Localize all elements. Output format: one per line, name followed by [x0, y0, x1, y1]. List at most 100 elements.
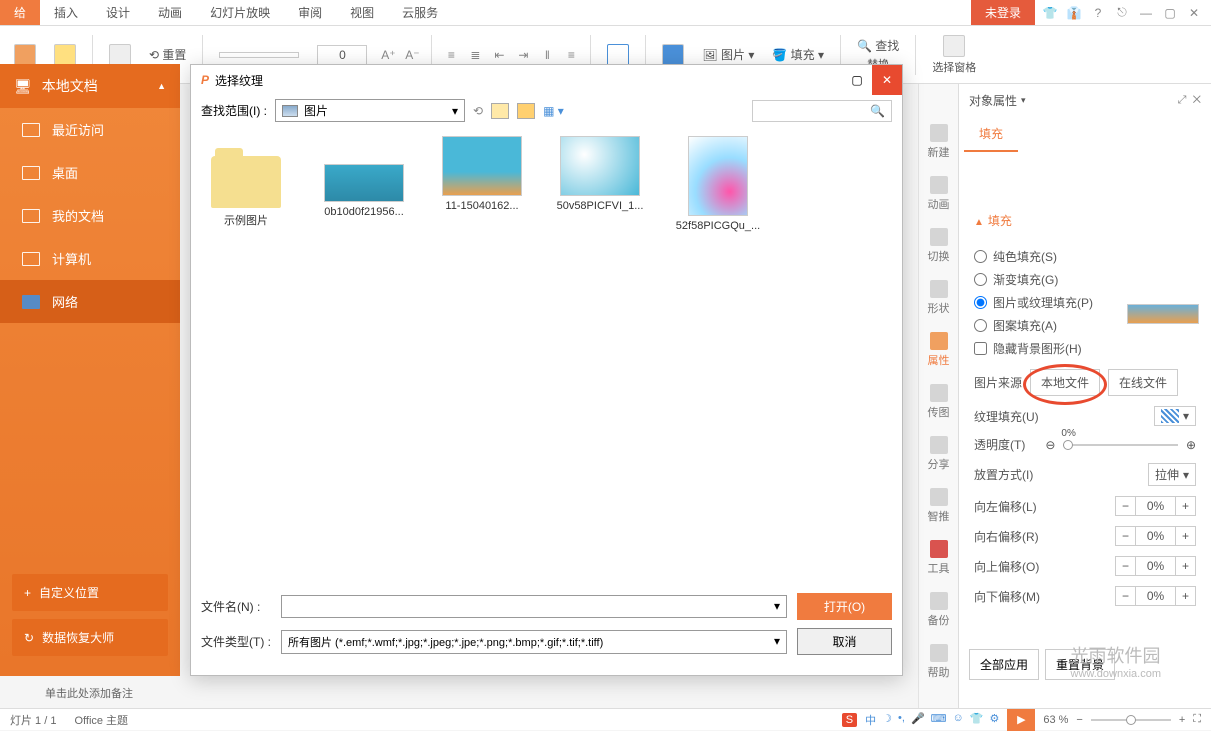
help-icon[interactable]: ?	[1089, 6, 1107, 20]
vb-upload[interactable]: 传图	[928, 384, 950, 420]
indent-l-icon[interactable]: ⇤	[490, 48, 508, 62]
dlg-close-icon[interactable]: ✕	[872, 65, 902, 95]
zoom-out-icon[interactable]: −	[1076, 714, 1082, 726]
sidebar-computer[interactable]: 计算机	[0, 237, 180, 280]
scope-combo[interactable]: 图片▾	[275, 99, 465, 122]
network-icon	[22, 295, 40, 309]
vb-anim[interactable]: 动画	[928, 176, 950, 212]
file-item[interactable]: 52f58PICGQu_...	[673, 136, 763, 232]
sidebar-network[interactable]: 网络	[0, 280, 180, 323]
tab-anim[interactable]: 动画	[144, 0, 196, 25]
numbers-icon[interactable]: ≣	[466, 48, 484, 62]
dec-font-icon[interactable]: A⁻	[403, 48, 421, 62]
punct-icon[interactable]: •,	[898, 712, 905, 728]
custom-location-button[interactable]: +自定义位置	[12, 574, 168, 611]
sidebar-header[interactable]: 🖥 本地文档 ▲	[0, 64, 180, 108]
apply-all-button[interactable]: 全部应用	[969, 649, 1039, 680]
cn-icon[interactable]: 中	[865, 712, 876, 728]
panel-expand-icon[interactable]: ⤢	[1178, 94, 1187, 106]
vb-help[interactable]: 帮助	[928, 644, 950, 680]
vb-tools[interactable]: 工具	[928, 540, 950, 576]
export-icon[interactable]: ⎋	[1113, 5, 1131, 20]
file-item[interactable]: 0b10d0f21956...	[319, 136, 409, 218]
cancel-button[interactable]: 取消	[797, 628, 892, 655]
inc-font-icon[interactable]: A⁺	[379, 48, 397, 62]
font-combo[interactable]	[213, 50, 305, 60]
open-button[interactable]: 打开(O)	[797, 593, 892, 620]
tab-active[interactable]: 给	[0, 0, 40, 25]
ime-icon[interactable]: S	[842, 713, 857, 727]
chk-hidebg[interactable]: 隐藏背景图形(H)	[974, 337, 1196, 360]
file-item[interactable]: 11-15040162...	[437, 136, 527, 212]
login-button[interactable]: 未登录	[971, 0, 1035, 25]
files-area[interactable]: 示例图片 0b10d0f21956... 11-15040162... 50v5…	[191, 126, 902, 242]
tab-insert[interactable]: 插入	[40, 0, 92, 25]
dialog-search[interactable]: 🔍	[752, 100, 892, 122]
vb-new[interactable]: 新建	[928, 124, 950, 160]
dlg-max-icon[interactable]: ▢	[842, 65, 872, 95]
kbd-icon[interactable]: ⌨	[931, 712, 947, 728]
ribbon-fill[interactable]: 🪣 填充 ▾	[766, 44, 830, 65]
vb-share[interactable]: 分享	[928, 436, 950, 472]
texture-combo[interactable]: ▾	[1154, 406, 1196, 426]
fit-icon[interactable]: ⛶	[1193, 713, 1201, 726]
vb-prop[interactable]: 属性	[928, 332, 950, 368]
hanger-icon[interactable]: 👕	[1041, 6, 1059, 20]
mic-icon[interactable]: 🎤	[911, 712, 925, 728]
offset-u-stepper[interactable]: −0%+	[1115, 556, 1196, 576]
align-icon[interactable]: ≡	[562, 48, 580, 62]
hanger2-icon[interactable]: 👕	[970, 712, 984, 728]
placement-combo[interactable]: 拉伸▾	[1148, 463, 1196, 486]
tab-slideshow[interactable]: 幻灯片放映	[196, 0, 284, 25]
sidebar-recent[interactable]: 最近访问	[0, 108, 180, 151]
view-icon[interactable]: ▦ ▾	[543, 104, 564, 118]
file-item[interactable]: 50v58PICFVI_1...	[555, 136, 645, 212]
vb-trans[interactable]: 切换	[928, 228, 950, 264]
back-icon[interactable]: ⟲	[473, 104, 483, 118]
offset-r-stepper[interactable]: −0%+	[1115, 526, 1196, 546]
tab-fill[interactable]: 填充	[964, 117, 1018, 152]
tab-cloud[interactable]: 云服务	[388, 0, 452, 25]
panel-close-icon[interactable]: ✕	[1193, 94, 1201, 106]
sidebar-docs[interactable]: 我的文档	[0, 194, 180, 237]
up-folder-icon[interactable]	[491, 103, 509, 119]
offset-l-stepper[interactable]: −0%+	[1115, 496, 1196, 516]
ribbon-reset[interactable]: ⟲ 重置	[143, 44, 192, 65]
shirt-icon[interactable]: 👔	[1065, 6, 1083, 20]
restore-icon[interactable]: ▢	[1161, 6, 1179, 20]
close-icon[interactable]: ✕	[1185, 6, 1203, 20]
vb-smart[interactable]: 智推	[928, 488, 950, 524]
file-folder[interactable]: 示例图片	[201, 136, 291, 228]
vb-shape[interactable]: 形状	[928, 280, 950, 316]
tab-review[interactable]: 审阅	[284, 0, 336, 25]
offset-d-stepper[interactable]: −0%+	[1115, 586, 1196, 606]
reset-bg-button[interactable]: 重置背景	[1045, 649, 1115, 680]
moon-icon[interactable]: ☽	[882, 712, 892, 728]
radio-gradient[interactable]: 渐变填充(G)	[974, 268, 1196, 291]
local-file-button[interactable]: 本地文件	[1030, 369, 1100, 396]
ribbon-picture[interactable]: 🖼 图片 ▾	[696, 44, 760, 65]
vb-backup[interactable]: 备份	[928, 592, 950, 628]
play-button[interactable]: ▶	[1007, 709, 1035, 731]
filetype-field[interactable]: 所有图片 (*.emf;*.wmf;*.jpg;*.jpeg;*.jpe;*.p…	[281, 630, 787, 654]
indent-r-icon[interactable]: ⇥	[514, 48, 532, 62]
zoom-in-icon[interactable]: +	[1179, 714, 1185, 726]
spacing-icon[interactable]: ‖	[538, 48, 556, 62]
sidebar-desktop[interactable]: 桌面	[0, 151, 180, 194]
size-combo[interactable]: 0	[311, 43, 373, 67]
online-file-button[interactable]: 在线文件	[1108, 369, 1178, 396]
data-recover-button[interactable]: ↻数据恢复大师	[12, 619, 168, 656]
select-pane-button[interactable]: 选择窗格	[926, 33, 982, 77]
zoom-slider[interactable]	[1091, 719, 1171, 721]
tab-design[interactable]: 设计	[92, 0, 144, 25]
radio-solid[interactable]: 纯色填充(S)	[974, 245, 1196, 268]
transparency-slider[interactable]: 0%	[1063, 444, 1178, 446]
filename-field[interactable]: ▾	[281, 595, 787, 618]
new-folder-icon[interactable]	[517, 103, 535, 119]
bullets-icon[interactable]: ≡	[442, 48, 460, 62]
notes-placeholder[interactable]: 单击此处添加备注	[45, 685, 133, 701]
minimize-icon[interactable]: —	[1137, 6, 1155, 20]
gear-icon[interactable]: ⚙	[989, 712, 999, 728]
smile-icon[interactable]: ☺	[953, 712, 964, 728]
tab-view[interactable]: 视图	[336, 0, 388, 25]
